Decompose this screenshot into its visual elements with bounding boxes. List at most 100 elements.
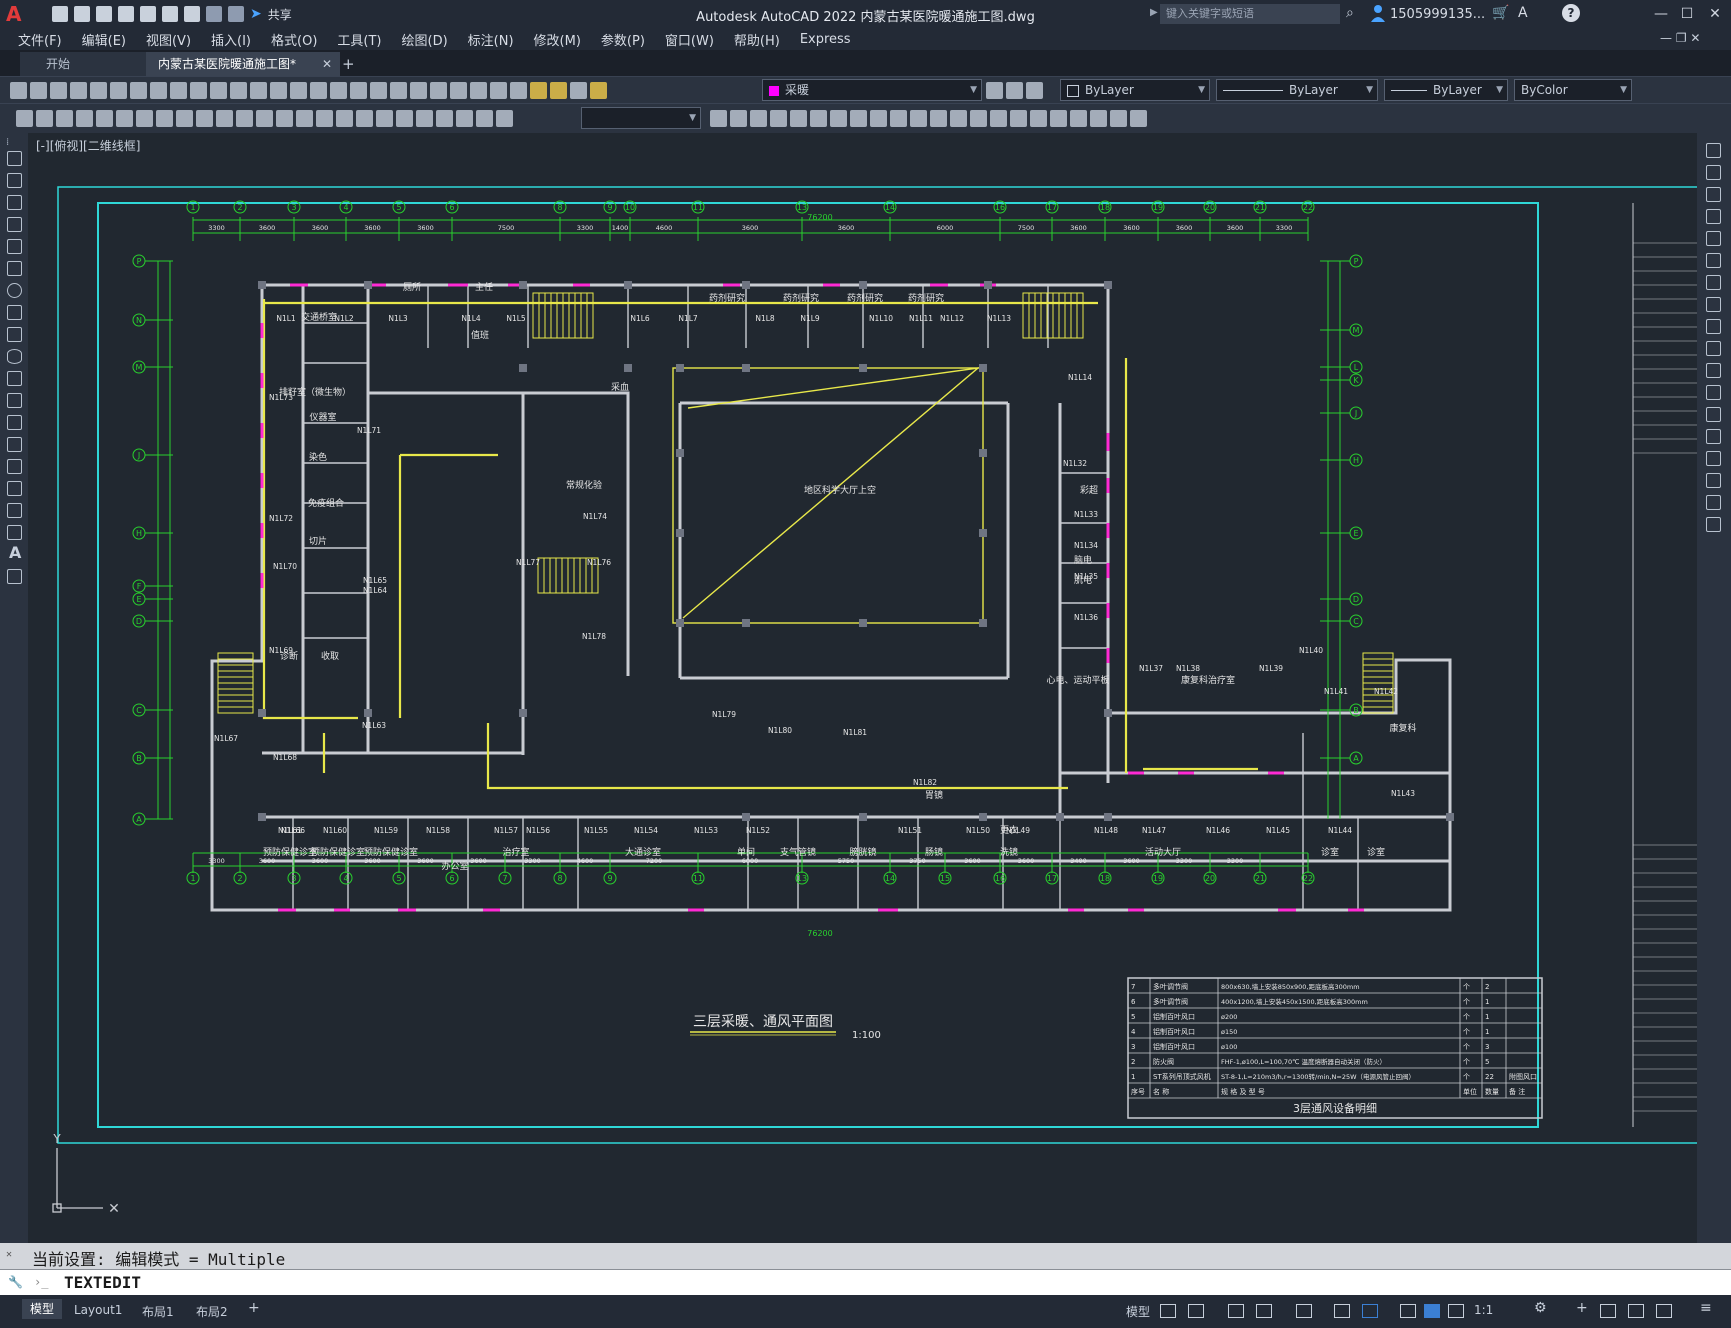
menu-edit[interactable]: 编辑(E) xyxy=(72,30,136,49)
menu-view[interactable]: 视图(V) xyxy=(136,30,201,49)
array-icon[interactable] xyxy=(790,110,807,127)
insert-block-icon[interactable] xyxy=(7,393,22,408)
offset-icon[interactable] xyxy=(1706,209,1721,224)
make-current-icon[interactable] xyxy=(986,82,1003,99)
trim-icon[interactable] xyxy=(890,110,907,127)
tab-layout-cn2[interactable]: 布局2 xyxy=(196,1303,228,1320)
close-icon[interactable]: ✕ xyxy=(6,1249,12,1260)
hatch-back-icon[interactable] xyxy=(1130,110,1147,127)
autocad-logo-icon[interactable]: A xyxy=(6,2,28,26)
move-icon[interactable] xyxy=(810,110,827,127)
lineweight-dropdown[interactable]: ByLayer ▼ xyxy=(1384,79,1508,101)
polar-icon[interactable] xyxy=(1256,1304,1272,1318)
break-icon[interactable] xyxy=(930,110,947,127)
scale-icon[interactable] xyxy=(850,110,867,127)
ellipse-icon[interactable] xyxy=(7,349,22,364)
minimize-button[interactable]: — xyxy=(1648,4,1674,24)
tab-layout1[interactable]: Layout1 xyxy=(74,1303,122,1317)
polyline-icon[interactable] xyxy=(7,195,22,210)
draworder-back-icon[interactable] xyxy=(1050,110,1067,127)
isolate-objects-icon[interactable] xyxy=(1628,1304,1644,1318)
add-layout-button[interactable]: + xyxy=(248,1300,260,1316)
extend-icon[interactable] xyxy=(1706,363,1721,378)
hatch-icon[interactable] xyxy=(7,459,22,474)
layer-freeze-icon[interactable] xyxy=(550,82,567,99)
zoom-realtime-icon[interactable] xyxy=(310,82,327,99)
block-icon[interactable] xyxy=(230,82,247,99)
table-icon[interactable] xyxy=(7,525,22,540)
erase-icon[interactable] xyxy=(710,110,727,127)
rotate-icon[interactable] xyxy=(830,110,847,127)
match-icon[interactable] xyxy=(210,82,227,99)
undo-icon[interactable] xyxy=(206,6,222,22)
menu-express[interactable]: Express xyxy=(790,32,861,47)
dim-reassociate-icon[interactable] xyxy=(456,110,473,127)
dim-override-icon[interactable] xyxy=(436,110,453,127)
new-tab-button[interactable]: + xyxy=(330,52,367,76)
wrench-icon[interactable]: 🔧 xyxy=(8,1275,23,1289)
cart-icon[interactable]: 🛒 xyxy=(1492,5,1509,21)
menu-insert[interactable]: 插入(I) xyxy=(201,30,261,49)
dim-ordinate-icon[interactable] xyxy=(76,110,93,127)
layer-dropdown[interactable]: 采暖 ▼ xyxy=(762,79,982,101)
annotation-scale-icon[interactable] xyxy=(1448,1304,1464,1318)
multileader-icon[interactable] xyxy=(496,110,513,127)
search-icon[interactable]: ⌕ xyxy=(1346,5,1354,21)
zoom-previous-icon[interactable] xyxy=(350,82,367,99)
markup-icon[interactable] xyxy=(450,82,467,99)
multiline-text-icon[interactable]: A xyxy=(9,543,21,562)
command-input[interactable]: TEXTEDIT xyxy=(64,1273,141,1292)
stretch-icon[interactable] xyxy=(1706,319,1721,334)
layer-properties-icon[interactable] xyxy=(510,82,527,99)
construction-line-icon[interactable] xyxy=(7,173,22,188)
annotation-visibility-icon[interactable] xyxy=(1424,1304,1440,1318)
dim-angular-icon[interactable] xyxy=(156,110,173,127)
leader-icon[interactable] xyxy=(476,110,493,127)
layer-state-icon[interactable] xyxy=(1026,82,1043,99)
point-icon[interactable] xyxy=(7,437,22,452)
save-icon[interactable] xyxy=(96,6,112,22)
snap-icon[interactable] xyxy=(1188,1304,1204,1318)
drawing-canvas[interactable]: [-][俯视][二维线框] 1 2 3 4 5 6 8 9 10 11 13 1… xyxy=(28,133,1697,1243)
osnap-track-icon[interactable] xyxy=(1296,1304,1312,1318)
rotate-icon[interactable] xyxy=(1706,275,1721,290)
command-line[interactable]: 🔧 ›_ TEXTEDIT xyxy=(0,1269,1731,1296)
palette-grip-icon[interactable]: ⁞ xyxy=(6,137,9,148)
save-as-icon[interactable] xyxy=(118,6,134,22)
tolerance-icon[interactable] xyxy=(276,110,293,127)
quick-dim-icon[interactable] xyxy=(176,110,193,127)
clean-screen-icon[interactable] xyxy=(1656,1304,1672,1318)
tab-start[interactable]: 开始 xyxy=(20,52,164,76)
calculator-icon[interactable] xyxy=(470,82,487,99)
redo-icon[interactable] xyxy=(228,6,244,22)
line-icon[interactable] xyxy=(7,151,22,166)
redo-icon[interactable] xyxy=(270,82,287,99)
ellipse-arc-icon[interactable] xyxy=(7,371,22,386)
extend-icon[interactable] xyxy=(910,110,927,127)
publish-icon[interactable] xyxy=(110,82,127,99)
osnap-icon[interactable] xyxy=(1362,1304,1378,1318)
circle-icon[interactable] xyxy=(7,283,22,298)
copy-object-icon[interactable] xyxy=(730,110,747,127)
scale-readout[interactable]: 1:1 xyxy=(1474,1303,1493,1317)
design-center-icon[interactable] xyxy=(390,82,407,99)
text-front-icon[interactable] xyxy=(1110,110,1127,127)
dim-edit-icon[interactable] xyxy=(356,110,373,127)
dim-jogged-icon[interactable] xyxy=(116,110,133,127)
revision-cloud-icon[interactable] xyxy=(7,305,22,320)
doc-window-controls[interactable]: — ❐ ✕ xyxy=(1660,31,1700,45)
menu-file[interactable]: 文件(F) xyxy=(0,30,72,49)
menu-format[interactable]: 格式(O) xyxy=(261,30,327,49)
sheet-set-icon[interactable] xyxy=(430,82,447,99)
rectangle-icon[interactable] xyxy=(7,239,22,254)
break-at-point-icon[interactable] xyxy=(1706,385,1721,400)
layer-on-icon[interactable] xyxy=(530,82,547,99)
chevron-right-icon[interactable]: ▶ xyxy=(1150,7,1158,18)
inspection-icon[interactable] xyxy=(316,110,333,127)
share-icon[interactable]: ➤ xyxy=(250,6,262,22)
properties-icon[interactable] xyxy=(370,82,387,99)
chamfer-icon[interactable] xyxy=(1706,451,1721,466)
open-icon[interactable] xyxy=(30,82,47,99)
dim-style-icon[interactable] xyxy=(416,110,433,127)
dim-linear-icon[interactable] xyxy=(16,110,33,127)
